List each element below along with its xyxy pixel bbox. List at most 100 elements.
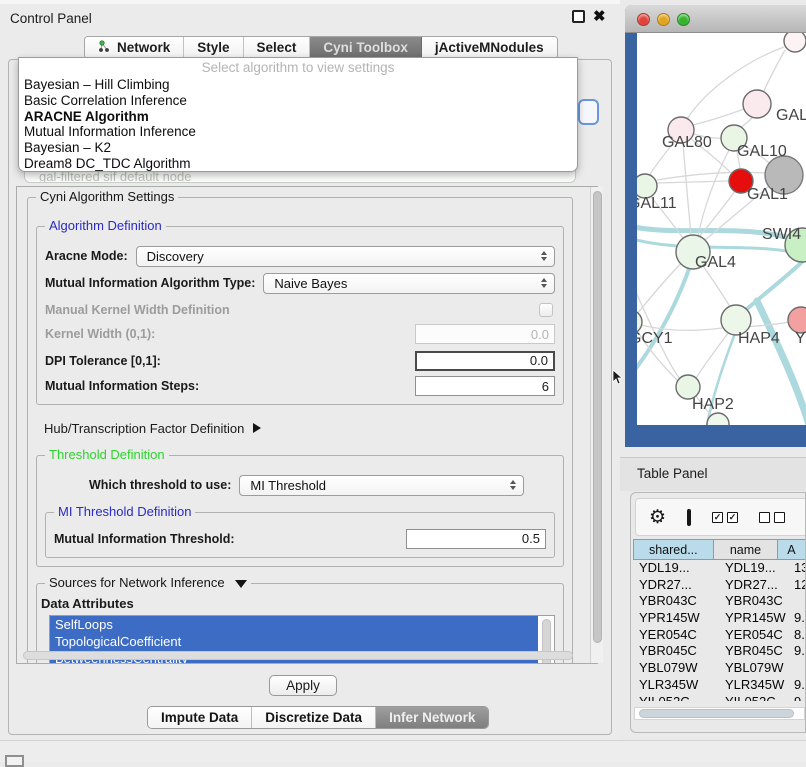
network-canvas[interactable]: GAL GAL80 GAL10 GAL1 GAL11 SWI4 GAL4 GCY… [637,33,806,425]
column-header-clipped[interactable]: A [778,539,806,560]
dropdown-item-basic-correlation[interactable]: Basic Correlation Inference [19,93,577,109]
cyni-algorithm-settings-group: Cyni Algorithm Settings Algorithm Defini… [27,197,573,664]
table-panel-title: Table Panel [637,466,708,481]
table-row[interactable]: YLR345WYLR345W9. [633,677,806,694]
table-row[interactable]: YIL052CYIL052C9 [633,694,806,702]
algorithm-dropdown-popup: Select algorithm to view settings Bayesi… [18,57,578,172]
table-toolbar: ⚙ ✓ ✓ [635,498,806,536]
collapse-down-icon [235,580,247,588]
cell: YDL19... [633,560,719,577]
edge [693,109,744,125]
table-row[interactable]: YBR045CYBR045C9. [633,643,806,660]
dropdown-item-bayesian-k2[interactable]: Bayesian – K2 [19,140,577,156]
cell: YBR043C [719,593,788,610]
sources-legend[interactable]: Sources for Network Inference [45,575,251,590]
table-row[interactable]: YBL079WYBL079W [633,660,806,677]
gear-icon[interactable]: ⚙ [649,508,666,527]
minimized-panel-icon[interactable] [5,755,24,767]
node-label: GAL4 [695,254,736,271]
table-panel: ⚙ ✓ ✓ shared... name A YDL19...YDL19...1… [630,492,806,733]
edge [763,50,785,93]
node[interactable] [784,33,806,52]
kernel-width-field[interactable]: 0.0 [415,324,555,344]
hub-definition-expander[interactable]: Hub/Transcription Factor Definition [44,419,564,437]
mi-type-combobox[interactable]: Naive Bayes [263,273,555,294]
tab-cyni-toolbox[interactable]: Cyni Toolbox [310,37,422,58]
checked-box-icon: ✓ [727,512,738,523]
cell: 12 [788,577,806,594]
apply-button[interactable]: Apply [269,675,337,696]
tab-network[interactable]: Network [85,37,184,58]
select-all-icon[interactable]: ✓ ✓ [712,512,738,523]
cell: 9. [788,643,806,660]
tab-label: Network [117,40,170,55]
column-header-name[interactable]: name [714,539,779,560]
cell: YBR045C [719,643,788,660]
dpi-tolerance-label: DPI Tolerance [0,1]: [45,354,161,368]
mi-steps-label: Mutual Information Steps: [45,379,199,393]
control-panel-window: Control Panel ✖ Network Style Select Cyn… [0,0,620,762]
settings-horizontal-scrollbar[interactable] [18,650,578,662]
mac-minimize-icon[interactable] [657,13,670,26]
cyni-settings-legend: Cyni Algorithm Settings [36,189,178,204]
split-columns-icon[interactable] [687,509,691,526]
cell: YBR045C [633,643,719,660]
combo-spinner-icon [510,480,516,490]
dropdown-item-dream8[interactable]: Dream8 DC_TDC Algorithm [19,156,577,172]
table-horizontal-scrollbar[interactable] [634,707,805,720]
cell: YER054C [633,627,719,644]
mi-steps-field[interactable]: 6 [415,376,555,396]
cell: 9. [788,677,806,694]
kernel-width-label: Kernel Width (0,1): [45,327,155,341]
cell: 9 [788,694,806,702]
close-window-icon[interactable]: ✖ [593,7,606,25]
focused-combobox-edge-fragment [578,99,599,125]
table-row[interactable]: YPR145WYPR145W9. [633,610,806,627]
edge [683,143,691,235]
table-row[interactable]: YDL19...YDL19...13 [633,560,806,577]
network-window-titlebar[interactable] [625,5,806,33]
tab-infer-network[interactable]: Infer Network [376,707,488,728]
edge [738,262,802,317]
manual-kernel-checkbox[interactable] [539,303,553,317]
tab-discretize-data[interactable]: Discretize Data [252,707,376,728]
which-threshold-combobox[interactable]: MI Threshold [239,475,524,496]
cell: 9. [788,610,806,627]
which-threshold-value: MI Threshold [250,478,326,493]
cell: YPR145W [633,610,719,627]
cell [788,593,806,610]
node-label: GAL11 [637,195,677,212]
node-label: GAL10 [737,143,787,160]
cell: 8. [788,627,806,644]
table-row[interactable]: YBR043CYBR043C [633,593,806,610]
dropdown-item-bayesian-hill-climbing[interactable]: Bayesian – Hill Climbing [19,77,577,93]
tab-style[interactable]: Style [184,37,243,58]
mac-zoom-icon[interactable] [677,13,690,26]
control-panel-tabbar: Network Style Select Cyni Toolbox jActiv… [84,36,558,59]
aracne-mode-combobox[interactable]: Discovery [136,246,555,267]
table-row[interactable]: YDR27...YDR27...12 [633,577,806,594]
settings-vertical-scrollbar[interactable] [590,187,603,663]
cell: YBL079W [719,660,788,677]
column-header-shared[interactable]: shared... [633,539,714,560]
node-label: SWI4 [762,226,801,243]
tab-label: Style [197,40,229,55]
cell: YBL079W [633,660,719,677]
node-label: Y [795,330,806,347]
deselect-all-icon[interactable] [759,512,785,523]
list-item[interactable]: SelfLoops [50,616,538,633]
table-row[interactable]: YER054CYER054C8. [633,627,806,644]
aracne-mode-value: Discovery [147,249,204,264]
cell: YIL052C [719,694,788,702]
dpi-tolerance-field[interactable]: 0.0 [415,351,555,371]
tab-impute-data[interactable]: Impute Data [148,707,252,728]
float-window-icon[interactable] [572,10,585,23]
dropdown-item-aracne[interactable]: ARACNE Algorithm [19,109,577,125]
node-gal-top[interactable] [743,90,771,118]
tab-select[interactable]: Select [244,37,311,58]
tab-jactivemnodules[interactable]: jActiveMNodules [422,37,557,58]
dropdown-item-mutual-information[interactable]: Mutual Information Inference [19,124,577,140]
mi-threshold-field[interactable]: 0.5 [406,529,546,549]
list-item[interactable]: TopologicalCoefficient [50,633,538,650]
mac-close-icon[interactable] [637,13,650,26]
